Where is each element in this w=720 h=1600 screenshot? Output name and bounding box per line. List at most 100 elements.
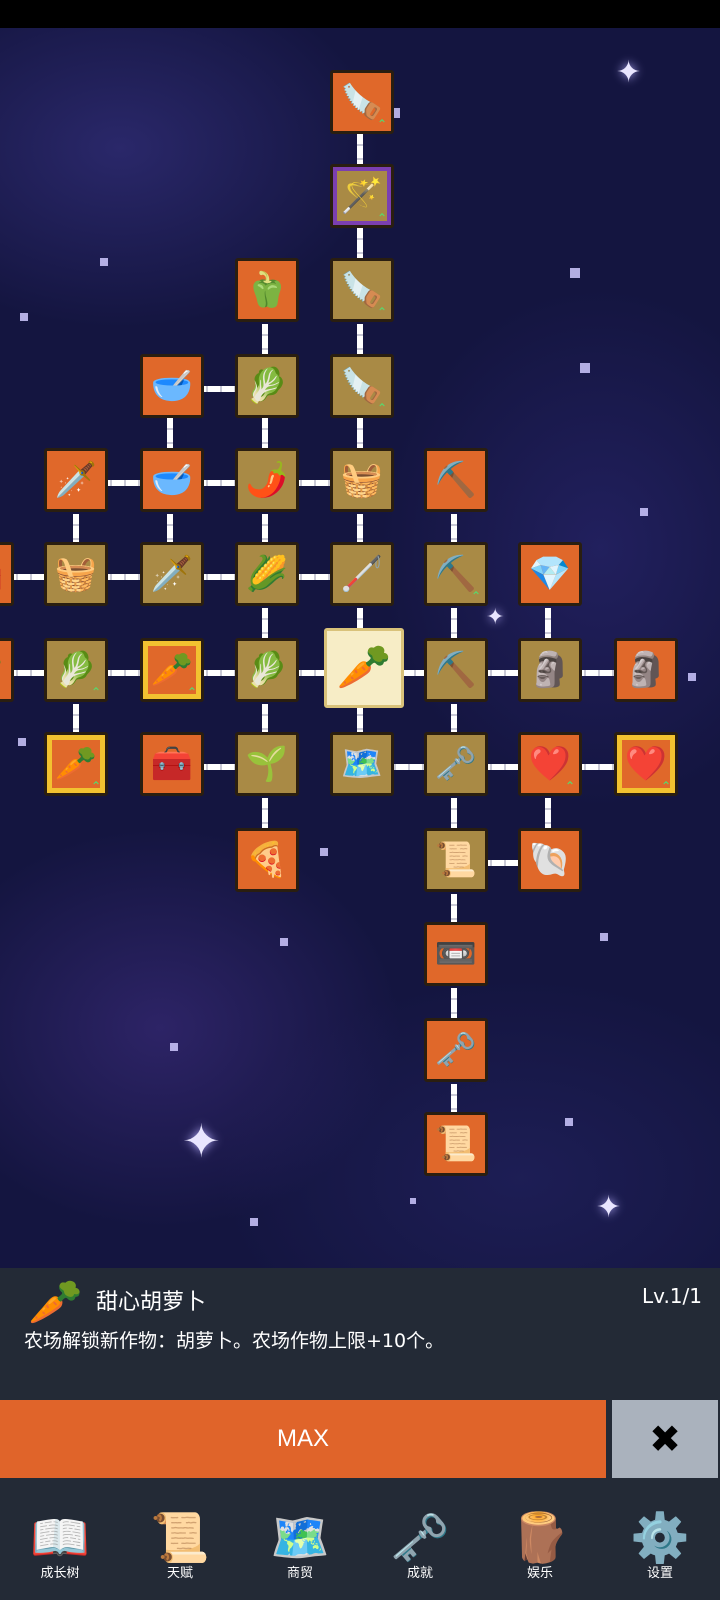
skill-node-sword[interactable]: 🗡️: [140, 542, 204, 606]
star: [280, 938, 288, 946]
skill-node-white-radish[interactable]: 🥬: [235, 354, 299, 418]
trade-icon: 🗺️: [270, 1510, 330, 1566]
pickaxe-icon: ⛏️: [434, 650, 478, 690]
star: [20, 313, 28, 321]
skill-tree-canvas[interactable]: ✦ ✦ ✦ ✦ 🪚⌃ 🪄⌃ 🫑 🪚⌃ 🥣 🥬 �: [0, 28, 720, 1268]
entertainment-icon: 🪵: [510, 1510, 570, 1566]
skill-node-pizza[interactable]: 🍕: [235, 828, 299, 892]
nav-achievement[interactable]: 🗝️ 成就: [360, 1500, 480, 1600]
skill-node-torch[interactable]: 🦯: [330, 542, 394, 606]
green-pepper-icon: 🫑: [245, 270, 289, 310]
nav-label: 天赋: [166, 1566, 193, 1581]
carrot-upgrade-icon: 🥕: [150, 650, 194, 690]
pickaxe-golden-icon: ⛏️: [434, 460, 478, 500]
tree-connector: [200, 764, 240, 770]
skill-node-corn[interactable]: 🌽: [235, 542, 299, 606]
map-icon: 🗺️: [340, 744, 384, 784]
upgrade-arrow-icon: ⌃: [186, 685, 197, 699]
shovel-upgrade-1-icon: 🪚: [340, 366, 384, 406]
skill-node-edge-node-left-2[interactable]: 🥕: [0, 638, 14, 702]
tree-connector: [578, 764, 618, 770]
star: [18, 738, 26, 746]
scroll-bundle-icon: 📜: [434, 840, 478, 880]
nav-growth-tree[interactable]: 📖 成长树: [0, 1500, 120, 1600]
sword-icon: 🗡️: [150, 554, 194, 594]
skill-node-edge-node-left-1[interactable]: 🧰: [0, 542, 14, 606]
tree-connector: [200, 480, 240, 486]
talent-icon: 📜: [150, 1510, 210, 1566]
skill-node-statue[interactable]: 🗿: [518, 638, 582, 702]
skill-node-shovel-upgrade-1[interactable]: 🪚 ⌃: [330, 354, 394, 418]
skill-node-golden-sword[interactable]: 🗡️: [44, 448, 108, 512]
skill-node-scroll[interactable]: 📜: [424, 1112, 488, 1176]
skill-node-heart-golden-upgrade[interactable]: ❤️ ⌃: [614, 732, 678, 796]
sparkle: ✦: [486, 605, 505, 630]
tree-connector: [200, 386, 240, 392]
nav-label: 娱乐: [526, 1566, 553, 1581]
skill-node-scroll-bundle[interactable]: 📜: [424, 828, 488, 892]
max-button[interactable]: MAX: [0, 1400, 606, 1478]
upgrade-arrow-icon: ⌃: [376, 211, 387, 225]
upgrade-arrow-icon: ⌃: [90, 779, 101, 793]
skill-node-key[interactable]: 🗝️: [424, 1018, 488, 1082]
star: [580, 363, 590, 373]
torch-icon: 🦯: [340, 554, 384, 594]
nav-entertainment[interactable]: 🪵 娱乐: [480, 1500, 600, 1600]
skill-node-chili-pepper[interactable]: 🌶️: [235, 448, 299, 512]
skill-node-pickaxe[interactable]: ⛏️: [424, 638, 488, 702]
upgrade-arrow-icon: ⌃: [376, 305, 387, 319]
skill-node-pickaxe-upgrade[interactable]: ⛏️ ⌃: [424, 542, 488, 606]
skill-node-cassette[interactable]: 📼: [424, 922, 488, 986]
chili-pepper-icon: 🌶️: [245, 460, 289, 500]
skill-node-basket[interactable]: 🧺: [330, 448, 394, 512]
skill-node-map[interactable]: 🗺️: [330, 732, 394, 796]
carrot-icon: 🥕: [28, 1277, 83, 1328]
nav-talent[interactable]: 📜 天赋: [120, 1500, 240, 1600]
skill-detail-panel: 🥕 甜心胡萝卜 Lv.1/1 农场解锁新作物：胡萝卜。农场作物上限+10个。: [0, 1268, 720, 1388]
golden-sword-icon: 🗡️: [54, 460, 98, 500]
key-icon: 🗝️: [434, 1030, 478, 1070]
skill-title: 甜心胡萝卜: [96, 1290, 207, 1315]
skill-node-green-pepper[interactable]: 🫑: [235, 258, 299, 322]
skill-node-bowl-1[interactable]: 🥣: [140, 354, 204, 418]
nav-settings[interactable]: ⚙️ 设置: [600, 1500, 720, 1600]
settings-icon: ⚙️: [630, 1510, 690, 1566]
statue-upgrade-icon: 🗿: [624, 650, 668, 690]
nav-label: 成就: [406, 1566, 433, 1581]
skill-node-heart-upgrade[interactable]: ❤️ ⌃: [518, 732, 582, 796]
skill-node-carrot-upgrade[interactable]: 🥕 ⌃: [140, 638, 204, 702]
skill-node-leek[interactable]: 🌱: [235, 732, 299, 796]
nav-trade[interactable]: 🗺️ 商贸: [240, 1500, 360, 1600]
tree-connector: [578, 670, 618, 676]
nav-label: 成长树: [40, 1566, 80, 1581]
skill-node-bowl-2[interactable]: 🥣: [140, 448, 204, 512]
tree-connector: [294, 574, 334, 580]
skill-node-shovel-upgrade-3[interactable]: 🪚 ⌃: [330, 70, 394, 134]
close-button[interactable]: ✖: [612, 1400, 718, 1478]
sparkle: ✦: [596, 1190, 622, 1225]
close-icon: ✖: [649, 1417, 681, 1461]
pizza-icon: 🍕: [245, 840, 289, 880]
skill-node-fossil-stone[interactable]: 🐚: [518, 828, 582, 892]
skill-node-crystal[interactable]: 💎: [518, 542, 582, 606]
skill-node-cabbage[interactable]: 🥬: [235, 638, 299, 702]
skill-node-shovel-upgrade-2[interactable]: 🪚 ⌃: [330, 258, 394, 322]
skill-node-treasure-chest[interactable]: 🧰: [140, 732, 204, 796]
skill-node-shovel-magic[interactable]: 🪄 ⌃: [330, 164, 394, 228]
statue-icon: 🗿: [528, 650, 572, 690]
star: [170, 1043, 178, 1051]
star: [640, 508, 648, 516]
skill-node-sweet-carrot[interactable]: 🥕: [324, 628, 404, 708]
skill-node-carrot-golden-upgrade[interactable]: 🥕 ⌃: [44, 732, 108, 796]
edge-node-left-1-icon: 🧰: [0, 557, 3, 591]
cabbage-icon: 🥬: [245, 650, 289, 690]
skill-node-cabbage-upgrade[interactable]: 🥬 ⌃: [44, 638, 108, 702]
skill-node-statue-upgrade[interactable]: 🗿: [614, 638, 678, 702]
skill-node-pickaxe-golden[interactable]: ⛏️: [424, 448, 488, 512]
skill-level: Lv.1/1: [642, 1284, 702, 1308]
upgrade-arrow-icon: ⌃: [376, 401, 387, 415]
shovel-magic-icon: 🪄: [340, 176, 384, 216]
skill-node-golden-key[interactable]: 🗝️: [424, 732, 488, 796]
skill-node-crate[interactable]: 🧺: [44, 542, 108, 606]
bowl-2-icon: 🥣: [150, 460, 194, 500]
